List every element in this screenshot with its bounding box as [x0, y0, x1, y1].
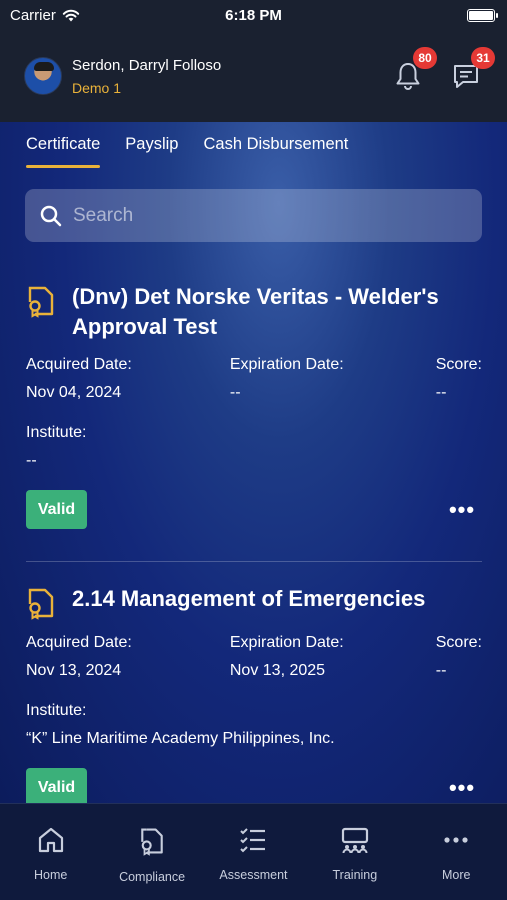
main-content: Certificate Payslip Cash Disbursement (D…	[0, 122, 507, 803]
tab-certificate[interactable]: Certificate	[26, 135, 101, 168]
score-value: --	[435, 662, 447, 679]
certificate-icon	[28, 286, 54, 318]
home-icon	[38, 827, 63, 853]
tab-cash-disbursement[interactable]: Cash Disbursement	[203, 135, 348, 168]
battery-icon	[467, 8, 498, 22]
messages-badge: 31	[471, 47, 495, 69]
search-icon	[40, 205, 62, 226]
expiration-label: Expiration Date:	[229, 634, 344, 651]
nav-compliance-label: Compliance	[119, 870, 186, 884]
card-footer: Valid •••	[26, 768, 482, 803]
status-left: Carrier	[10, 7, 80, 24]
acquired-label: Acquired Date:	[26, 356, 132, 373]
nav-home[interactable]: Home	[3, 826, 99, 900]
user-subtitle: Demo 1	[72, 79, 122, 96]
app-header: Serdon, Darryl Folloso Demo 1 80 31	[0, 30, 507, 122]
certificate-icon	[28, 588, 54, 620]
score-field: Score: --	[436, 356, 482, 402]
header-actions: 80 31	[391, 47, 495, 93]
bottom-nav: Home Compliance Assessment Training More	[0, 803, 507, 900]
more-icon	[444, 837, 468, 843]
certificate-card[interactable]: 2.14 Management of Emergencies Acquired …	[26, 584, 482, 803]
more-options-button[interactable]: •••	[442, 775, 482, 801]
certificate-icon	[141, 828, 163, 856]
search-bar[interactable]	[25, 189, 482, 242]
status-bar: Carrier 6:18 PM	[0, 0, 507, 30]
score-label: Score:	[435, 634, 482, 651]
score-field: Score: --	[436, 634, 482, 680]
nav-more-label: More	[442, 868, 471, 882]
more-options-button[interactable]: •••	[442, 497, 482, 523]
messages-button[interactable]: 31	[449, 47, 495, 93]
acquired-label: Acquired Date:	[26, 634, 132, 651]
classroom-icon	[341, 827, 368, 854]
tab-bar: Certificate Payslip Cash Disbursement	[0, 122, 507, 168]
certificate-title: (Dnv) Det Norske Veritas - Welder's Appr…	[72, 284, 439, 339]
tab-payslip[interactable]: Payslip	[125, 135, 178, 168]
nav-home-label: Home	[34, 868, 68, 882]
status-badge: Valid	[26, 768, 87, 803]
acquired-field: Acquired Date: Nov 13, 2024	[26, 634, 224, 680]
institute-value: --	[26, 452, 37, 469]
expiration-field: Expiration Date: Nov 13, 2025	[230, 634, 430, 680]
user-name: Serdon, Darryl Folloso	[72, 56, 222, 74]
acquired-value: Nov 13, 2024	[26, 662, 122, 679]
score-label: Score:	[435, 356, 482, 373]
certificate-fields: Acquired Date: Nov 13, 2024 Expiration D…	[26, 634, 482, 680]
institute-label: Institute:	[26, 424, 87, 441]
acquired-value: Nov 04, 2024	[26, 384, 122, 401]
checklist-icon	[240, 828, 266, 853]
card-footer: Valid •••	[26, 490, 482, 529]
score-value: --	[435, 384, 447, 401]
expiration-value: Nov 13, 2025	[229, 662, 326, 679]
avatar[interactable]	[24, 57, 62, 95]
nav-training-label: Training	[332, 868, 378, 882]
expiration-field: Expiration Date: --	[230, 356, 430, 402]
certificate-card[interactable]: (Dnv) Det Norske Veritas - Welder's Appr…	[26, 282, 482, 529]
user-info: Serdon, Darryl Folloso Demo 1	[72, 57, 221, 96]
certificate-fields: Acquired Date: Nov 04, 2024 Expiration D…	[26, 356, 482, 402]
expiration-label: Expiration Date:	[229, 356, 344, 373]
search-input[interactable]	[73, 204, 453, 227]
nav-compliance[interactable]: Compliance	[104, 826, 200, 900]
status-badge: Valid	[26, 490, 87, 529]
card-header: 2.14 Management of Emergencies	[26, 584, 482, 620]
notifications-button[interactable]: 80	[391, 47, 437, 93]
nav-more[interactable]: More	[408, 826, 504, 900]
institute-value: “K” Line Maritime Academy Philippines, I…	[26, 730, 335, 747]
card-header: (Dnv) Det Norske Veritas - Welder's Appr…	[26, 282, 482, 342]
nav-assessment-label: Assessment	[219, 868, 288, 882]
nav-training[interactable]: Training	[307, 826, 403, 900]
institute-label: Institute:	[26, 702, 87, 719]
wifi-icon	[62, 9, 80, 21]
expiration-value: --	[229, 384, 241, 401]
institute-field: Institute: --	[26, 424, 482, 470]
nav-assessment[interactable]: Assessment	[205, 826, 301, 900]
carrier-label: Carrier	[10, 6, 56, 24]
divider	[26, 561, 482, 562]
notifications-badge: 80	[413, 47, 437, 69]
institute-field: Institute: “K” Line Maritime Academy Phi…	[26, 702, 482, 748]
acquired-field: Acquired Date: Nov 04, 2024	[26, 356, 224, 402]
certificate-title: 2.14 Management of Emergencies	[72, 586, 426, 611]
